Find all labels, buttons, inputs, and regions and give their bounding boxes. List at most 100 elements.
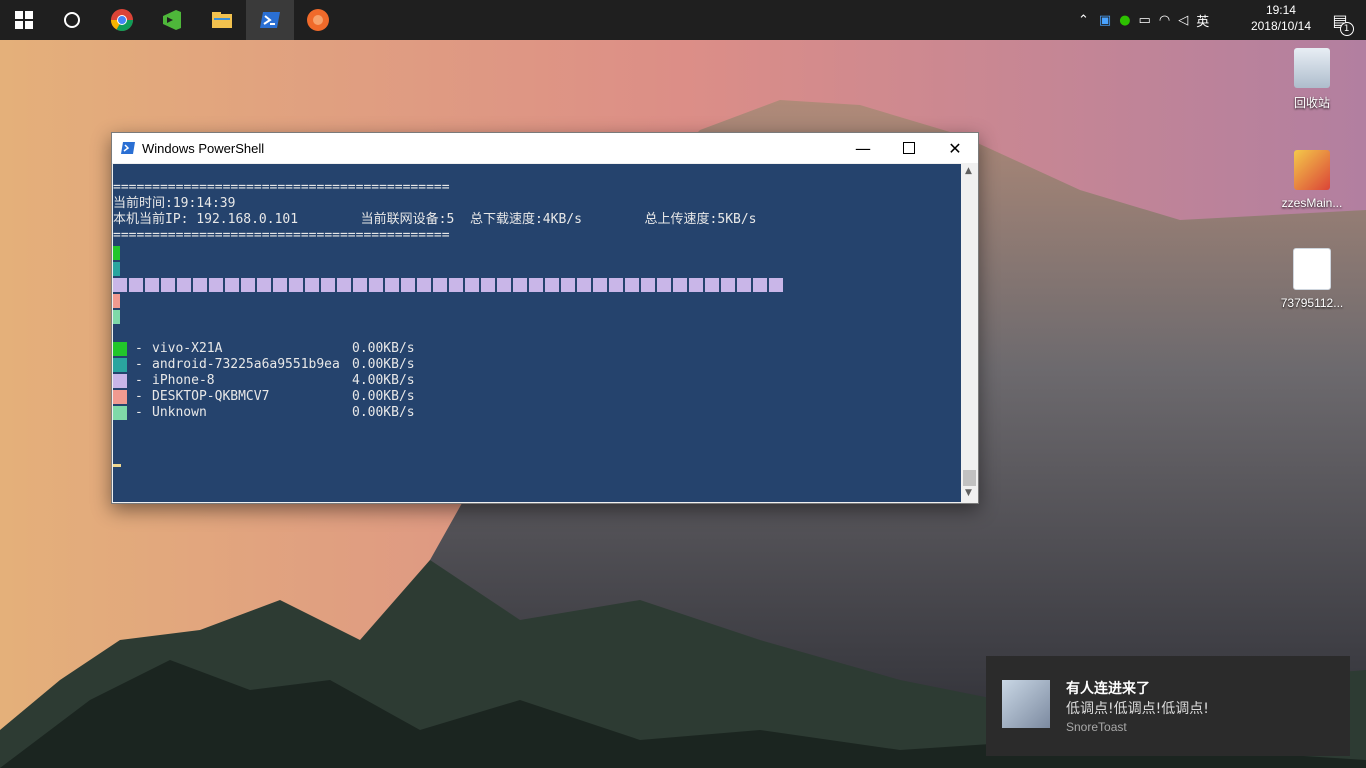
taskbar-visual-studio[interactable] [148, 0, 196, 40]
legend-swatch [113, 374, 127, 388]
separator-top: ========================================… [113, 180, 450, 195]
taskbar-chrome[interactable] [98, 0, 146, 40]
scrollbar[interactable]: ▲ ▼ [961, 164, 978, 502]
toast-message: 低调点!低调点!低调点! [1066, 701, 1209, 717]
separator-bottom: ========================================… [113, 228, 450, 243]
legend-swatch [113, 390, 127, 404]
ime-indicator[interactable]: 英 [1196, 11, 1209, 30]
bar-cell [625, 278, 639, 292]
close-icon: ✕ [948, 138, 962, 158]
clock-date: 2018/10/14 [1250, 19, 1311, 33]
legend-device-speed: 4.00KB/s [352, 373, 415, 388]
pdf-file-icon [1293, 248, 1331, 290]
notification-icon: ▤ 1 [1332, 11, 1354, 36]
chevron-up-icon[interactable]: ⌃ [1078, 13, 1089, 28]
bar-cell [753, 278, 767, 292]
volume-icon[interactable]: ◁ [1178, 13, 1188, 28]
legend-dash: - [135, 389, 143, 404]
legend-dash: - [135, 357, 143, 372]
desktop-icon-label: zzesMain... [1281, 196, 1343, 210]
wifi-icon[interactable]: ◠ [1159, 13, 1170, 28]
bar-cell [241, 278, 255, 292]
legend-dash: - [135, 373, 143, 388]
minimize-button[interactable]: — [840, 133, 886, 163]
bar-cell [561, 278, 575, 292]
maximize-button[interactable] [886, 133, 932, 163]
bar-cell [497, 278, 511, 292]
bar-cell [465, 278, 479, 292]
taskbar-file-explorer[interactable] [198, 0, 246, 40]
bar-cell [209, 278, 223, 292]
taskbar-orange-app[interactable] [294, 0, 342, 40]
window-title: Windows PowerShell [142, 140, 265, 156]
bar-cell [449, 278, 463, 292]
start-button[interactable] [0, 0, 48, 40]
wechat-icon[interactable]: ● [1119, 13, 1130, 28]
bar-cell [401, 278, 415, 292]
close-button[interactable]: ✕ [932, 133, 978, 163]
bar-cell [737, 278, 751, 292]
bar-unknown [113, 309, 120, 324]
cortana-circle-icon [64, 12, 80, 28]
desktop-icon-label: 回收站 [1293, 96, 1330, 110]
desktop-icon-label: 73795112... [1280, 296, 1344, 310]
bar-cell [305, 278, 319, 292]
maximize-icon [903, 142, 915, 154]
toast-avatar [1002, 680, 1050, 728]
visual-studio-icon [163, 10, 181, 30]
bar-cell [609, 278, 623, 292]
toast-app-name: SnoreToast [1066, 720, 1127, 734]
scroll-down-icon[interactable]: ▼ [965, 488, 972, 498]
scroll-up-icon[interactable]: ▲ [965, 166, 972, 176]
info-line: 本机当前IP: 192.168.0.101 当前联网设备:5 总下载速度:4KB… [113, 212, 757, 227]
bar-cell [577, 278, 591, 292]
legend-swatch [113, 358, 127, 372]
clock[interactable]: 19:14 2018/10/14 [1251, 2, 1311, 34]
bar-cell [641, 278, 655, 292]
console-area[interactable]: ========================================… [113, 164, 961, 502]
legend-device-name: android-73225a6a9551b9ea [152, 357, 340, 372]
bar-vivo [113, 245, 120, 260]
desktop-icon-zzesmain[interactable]: zzesMain... [1272, 150, 1352, 210]
toast-notification[interactable]: 有人连进来了 低调点!低调点!低调点! SnoreToast [986, 656, 1350, 756]
toast-title: 有人连进来了 [1066, 681, 1150, 697]
cursor-caret [113, 464, 121, 467]
bar-cell [129, 278, 143, 292]
battery-icon[interactable]: ▭ [1139, 13, 1151, 28]
bar-cell [417, 278, 431, 292]
bar-cell [161, 278, 175, 292]
action-center-button[interactable]: ▤ 1 [1316, 0, 1364, 40]
recycle-bin-icon [1294, 48, 1330, 88]
bar-cell [545, 278, 559, 292]
legend-dash: - [135, 405, 143, 420]
orange-app-icon [307, 9, 329, 31]
current-time-line: 当前时间:19:14:39 [113, 196, 236, 211]
desktop-icon-recycle-bin[interactable]: 回收站 [1272, 48, 1352, 111]
desktop-icon-pdf[interactable]: 73795112... [1272, 248, 1352, 310]
bar-cell [257, 278, 271, 292]
cortana-button[interactable] [48, 0, 96, 40]
legend-device-speed: 0.00KB/s [352, 357, 415, 372]
bar-cell [481, 278, 495, 292]
bar-cell [433, 278, 447, 292]
system-tray: ⌃ ▣ ● ▭ ◠ ◁ 英 [1078, 0, 1209, 40]
scroll-thumb[interactable] [963, 470, 976, 486]
bar-cell [337, 278, 351, 292]
network-app-icon[interactable]: ▣ [1099, 13, 1111, 28]
legend-device-name: vivo-X21A [152, 341, 223, 356]
powershell-icon [121, 142, 135, 154]
legend-device-speed: 0.00KB/s [352, 405, 415, 420]
bar-android [113, 261, 120, 276]
bar-cell [689, 278, 703, 292]
folder-icon [212, 12, 232, 28]
bar-desktop [113, 293, 120, 308]
chrome-icon [111, 9, 133, 31]
bar-cell [353, 278, 367, 292]
bar-cell [225, 278, 239, 292]
taskbar-powershell[interactable] [246, 0, 294, 40]
bar-iphone [113, 277, 785, 292]
title-bar[interactable]: Windows PowerShell — ✕ [112, 133, 978, 163]
legend-device-name: iPhone-8 [152, 373, 215, 388]
legend-dash: - [135, 341, 143, 356]
bar-cell [177, 278, 191, 292]
